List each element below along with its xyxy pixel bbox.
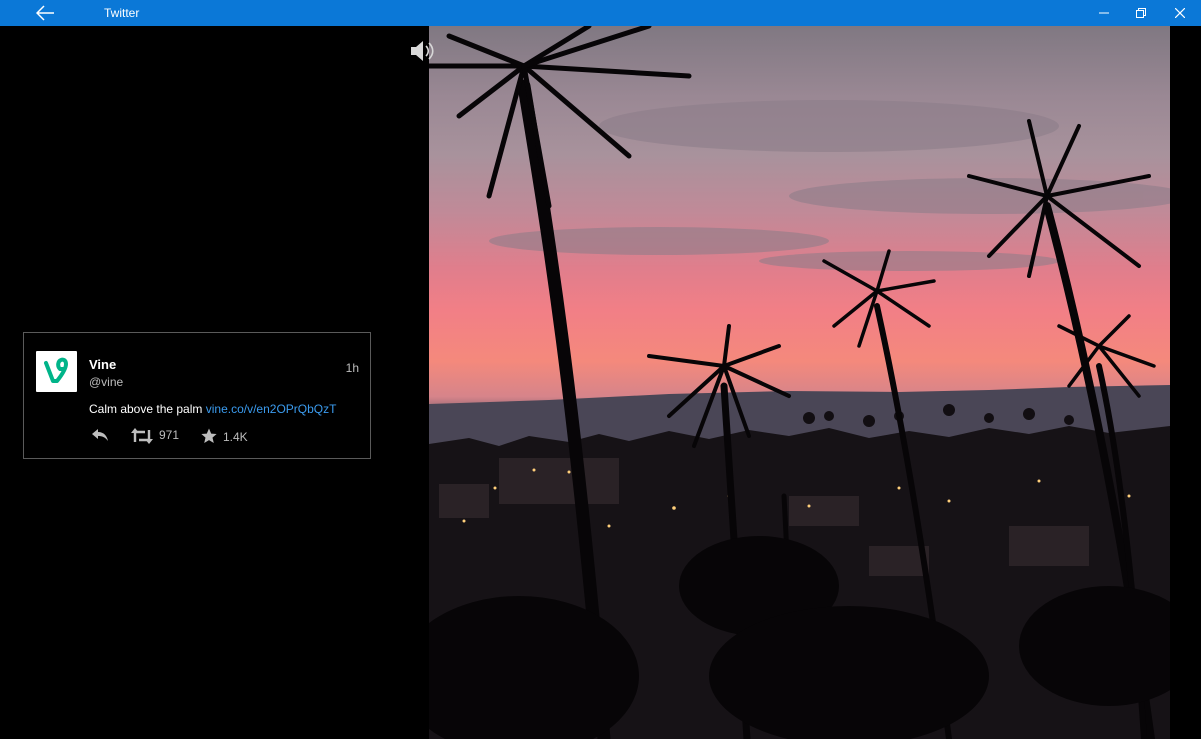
minimize-icon — [1099, 12, 1109, 14]
reply-icon — [92, 429, 108, 441]
video-scene — [429, 26, 1170, 739]
back-button[interactable] — [30, 0, 60, 26]
volume-button[interactable] — [408, 38, 436, 64]
back-arrow-icon — [36, 5, 54, 21]
author-handle[interactable]: @vine — [89, 375, 123, 389]
video-player[interactable] — [429, 26, 1170, 739]
title-bar: Twitter — [0, 0, 1201, 26]
tweet-card[interactable]: Vine @vine 1h Calm above the palm vine.c… — [23, 332, 371, 459]
retweet-icon — [131, 428, 153, 444]
author-name[interactable]: Vine — [89, 357, 116, 372]
minimize-button[interactable] — [1085, 0, 1123, 26]
tweet-text: Calm above the palm — [89, 402, 203, 416]
avatar[interactable] — [36, 351, 77, 392]
restore-button[interactable] — [1122, 0, 1160, 26]
reply-button[interactable] — [91, 427, 113, 445]
favorite-count: 1.4K — [223, 430, 248, 444]
close-icon — [1175, 8, 1185, 18]
close-button[interactable] — [1161, 0, 1199, 26]
favorite-button[interactable]: 1.4K — [201, 427, 249, 445]
restore-icon — [1136, 8, 1146, 18]
tweet-link[interactable]: vine.co/v/en2OPrQbQzT — [206, 402, 337, 416]
tweet-body: Calm above the palm vine.co/v/en2OPrQbQz… — [89, 402, 336, 416]
tweet-timestamp: 1h — [345, 361, 359, 375]
retweet-button[interactable]: 971 — [131, 427, 181, 445]
volume-icon — [411, 41, 434, 61]
retweet-count: 971 — [159, 428, 180, 442]
star-icon — [201, 428, 217, 443]
vine-logo-icon — [44, 357, 68, 383]
window-title: Twitter — [104, 6, 140, 20]
